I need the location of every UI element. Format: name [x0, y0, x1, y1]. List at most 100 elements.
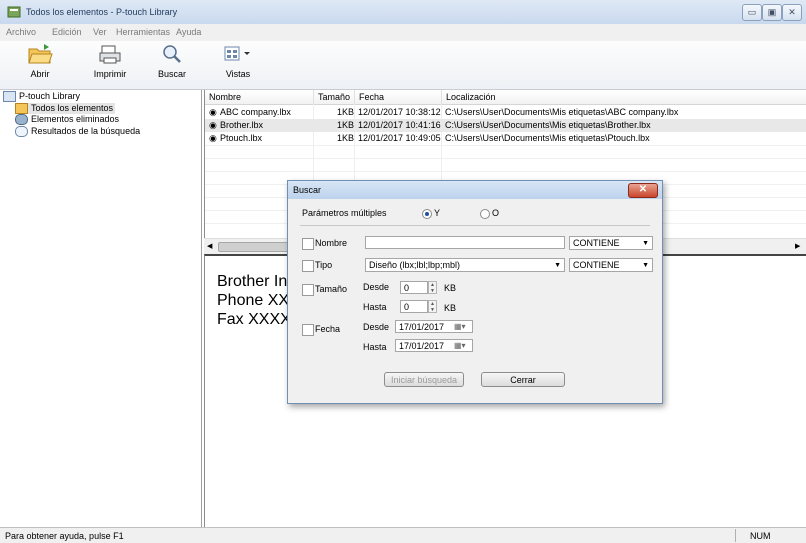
- calendar-icon[interactable]: ▦▾: [454, 340, 466, 352]
- preview-line: Brother In: [217, 273, 288, 290]
- tree-item-label: Resultados de la búsqueda: [31, 126, 141, 136]
- search-label: Buscar: [157, 69, 186, 79]
- column-header-size[interactable]: Tamaño: [314, 90, 355, 105]
- size-to-input[interactable]: 0: [400, 300, 428, 313]
- cell-date: 12/01/2017 10:49:05: [358, 133, 441, 143]
- title-bar: Todos los elementos - P-touch Library ▭ …: [0, 0, 806, 25]
- menu-ver[interactable]: Ver: [93, 27, 107, 37]
- chevron-down-icon: ▼: [554, 262, 561, 269]
- radio-or[interactable]: [480, 209, 490, 219]
- radio-and[interactable]: [422, 209, 432, 219]
- name-input[interactable]: [365, 236, 565, 249]
- minimize-icon[interactable]: ▭: [742, 4, 762, 21]
- library-icon: [3, 91, 16, 103]
- chevron-down-icon: ▼: [642, 262, 649, 269]
- date-from-label: Desde: [363, 322, 390, 332]
- search-results-icon: [15, 126, 28, 138]
- type-label: Tipo: [315, 260, 333, 270]
- tree-item-deleted[interactable]: Elementos eliminados: [15, 114, 119, 126]
- kb-unit: KB: [444, 283, 457, 293]
- cell-name: ABC company.lbx: [220, 107, 291, 117]
- radio-and-label: Y: [434, 208, 441, 218]
- search-button[interactable]: Buscar: [148, 43, 196, 79]
- type-condition-value: CONTIENE: [573, 260, 620, 270]
- views-grid-icon: [224, 46, 250, 61]
- window-title: Todos los elementos - P-touch Library: [26, 7, 178, 17]
- maximize-icon[interactable]: ▣: [762, 4, 782, 21]
- library-tree: P-touch Library Todos los elementos Elem…: [0, 90, 202, 527]
- size-to-spinner[interactable]: ▲ ▼: [428, 300, 437, 313]
- size-checkbox[interactable]: [302, 284, 314, 296]
- scroll-right-icon[interactable]: ▶: [795, 242, 800, 250]
- open-label: Abrir: [30, 69, 50, 79]
- tree-item-label: Todos los elementos: [31, 103, 114, 113]
- app-icon: [7, 6, 21, 18]
- scroll-left-icon[interactable]: ◀: [207, 242, 212, 250]
- tree-item-search-results[interactable]: Resultados de la búsqueda: [15, 126, 141, 138]
- date-from-picker[interactable]: 17/01/2017 ▦▾: [395, 320, 473, 333]
- chevron-down-icon: ▼: [642, 240, 649, 247]
- close-button[interactable]: Cerrar: [481, 372, 565, 387]
- cell-date: 12/01/2017 10:41:16: [358, 120, 441, 130]
- column-header-date[interactable]: Fecha: [355, 90, 442, 105]
- divider: [300, 225, 650, 226]
- dialog-title: Buscar: [293, 185, 322, 195]
- menu-ayuda[interactable]: Ayuda: [176, 27, 201, 37]
- cell-date: 12/01/2017 10:38:12: [358, 107, 441, 117]
- cell-name: Ptouch.lbx: [220, 133, 263, 143]
- views-button[interactable]: Vistas: [214, 43, 262, 79]
- tree-root[interactable]: P-touch Library: [3, 91, 81, 103]
- radio-or-label: O: [492, 208, 500, 218]
- size-label: Tamaño: [315, 284, 348, 294]
- dialog-title-bar: Buscar ✕: [288, 181, 662, 199]
- size-from-spinner[interactable]: ▲ ▼: [428, 281, 437, 294]
- status-bar: Para obtener ayuda, pulse F1 NUM: [0, 527, 806, 543]
- toolbar: Abrir Imprimir Buscar Vistas: [0, 41, 806, 90]
- start-search-button[interactable]: Iniciar búsqueda: [384, 372, 464, 387]
- date-to-picker[interactable]: 17/01/2017 ▦▾: [395, 339, 473, 352]
- type-checkbox[interactable]: [302, 260, 314, 272]
- name-condition-value: CONTIENE: [573, 238, 620, 248]
- size-from-input[interactable]: 0: [400, 281, 428, 294]
- menu-bar: Archivo Edición Ver Herramientas Ayuda: [0, 24, 806, 41]
- calendar-icon[interactable]: ▦▾: [454, 321, 466, 333]
- preview-line: Fax XXXX: [217, 311, 291, 328]
- tree-root-label: P-touch Library: [19, 91, 81, 101]
- multiple-params-label: Parámetros múltiples: [302, 208, 387, 218]
- name-checkbox[interactable]: [302, 238, 314, 250]
- name-condition-select[interactable]: CONTIENE ▼: [569, 236, 653, 250]
- close-icon[interactable]: ✕: [782, 4, 802, 21]
- scroll-thumb[interactable]: [218, 242, 290, 252]
- print-label: Imprimir: [93, 69, 127, 79]
- open-button[interactable]: Abrir: [16, 43, 64, 79]
- table-row[interactable]: ◉ Ptouch.lbx 1KB 12/01/2017 10:49:05 C:\…: [205, 132, 806, 145]
- status-help-text: Para obtener ayuda, pulse F1: [5, 531, 124, 541]
- size-from-label: Desde: [363, 282, 390, 292]
- type-condition-select[interactable]: CONTIENE ▼: [569, 258, 653, 272]
- type-select[interactable]: Diseño (lbx;lbl;lbp;mbl) ▼: [365, 258, 565, 272]
- date-checkbox[interactable]: [302, 324, 314, 336]
- num-lock-indicator: NUM: [750, 531, 771, 541]
- tree-item-all[interactable]: Todos los elementos: [15, 103, 116, 115]
- date-to-value: 17/01/2017: [399, 341, 445, 351]
- table-row-selected[interactable]: ◉ Brother.lbx 1KB 12/01/2017 10:41:16 C:…: [205, 119, 806, 132]
- column-header-location[interactable]: Localización: [442, 90, 806, 105]
- cell-location: C:\Users\User\Documents\Mis etiquetas\AB…: [445, 107, 679, 117]
- open-folder-icon: [28, 44, 53, 64]
- menu-edicion[interactable]: Edición: [52, 27, 82, 37]
- menu-archivo[interactable]: Archivo: [6, 27, 36, 37]
- type-value: Diseño (lbx;lbl;lbp;mbl): [369, 260, 461, 270]
- cell-name: Brother.lbx: [220, 120, 264, 130]
- search-dialog: Buscar ✕ Parámetros múltiples Y O Nombre…: [287, 180, 663, 404]
- table-row[interactable]: ◉ ABC company.lbx 1KB 12/01/2017 10:38:1…: [205, 106, 806, 119]
- menu-herramientas[interactable]: Herramientas: [116, 27, 170, 37]
- kb-unit: KB: [444, 303, 457, 313]
- views-label: Vistas: [225, 69, 251, 79]
- column-header-name[interactable]: Nombre: [205, 90, 314, 105]
- dialog-close-icon[interactable]: ✕: [628, 183, 658, 198]
- cell-size: 1KB: [337, 107, 355, 117]
- magnifier-icon: [163, 45, 181, 63]
- name-label: Nombre: [315, 238, 348, 248]
- cell-location: C:\Users\User\Documents\Mis etiquetas\Pt…: [445, 133, 650, 143]
- print-button[interactable]: Imprimir: [86, 43, 134, 79]
